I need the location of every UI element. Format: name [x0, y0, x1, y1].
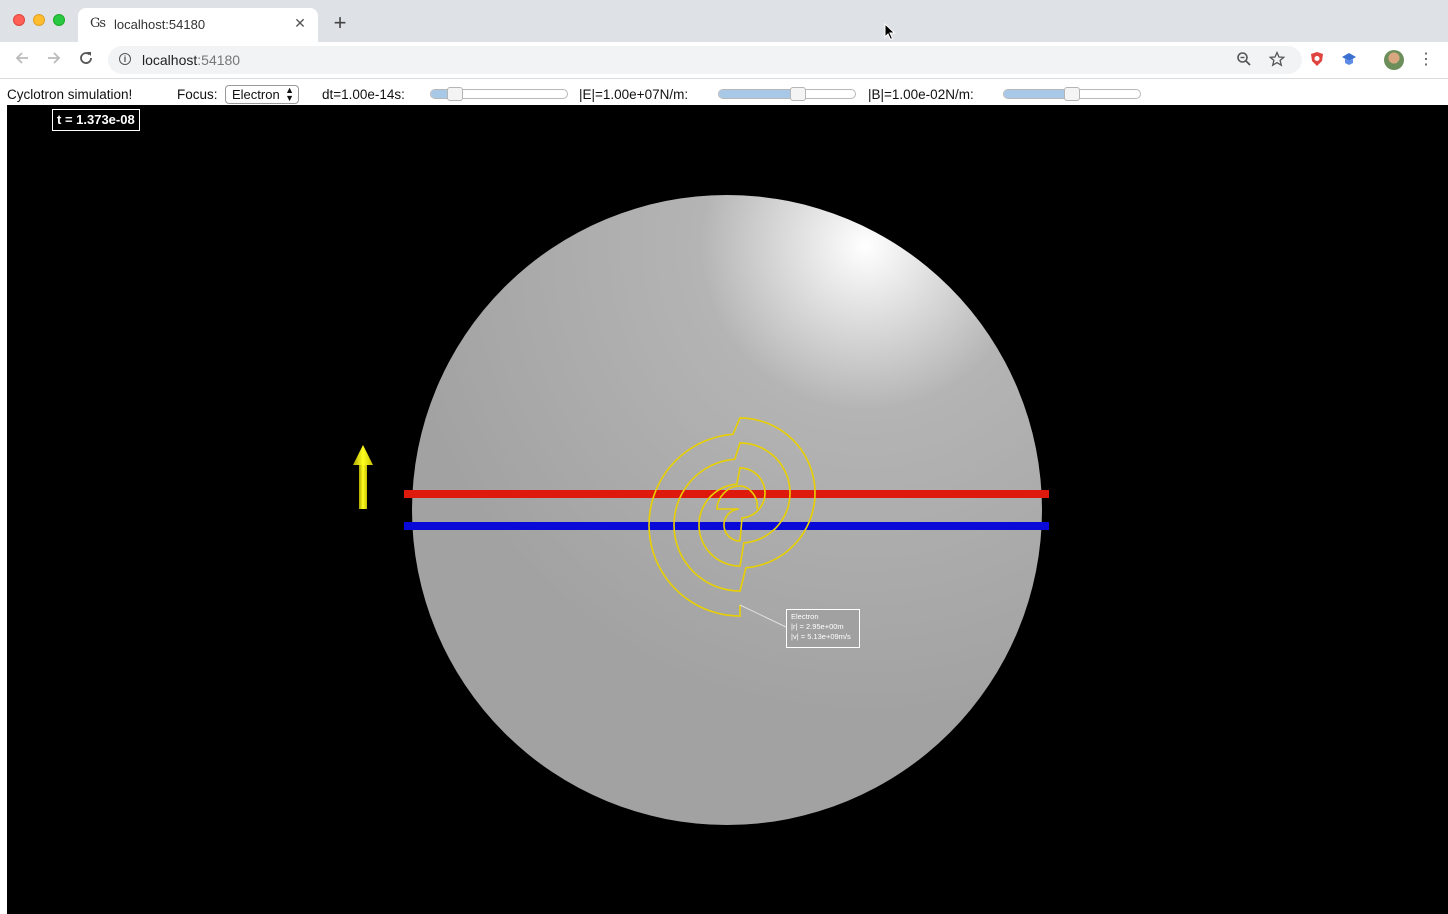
minimize-window-button[interactable] [33, 14, 45, 26]
app-title: Cyclotron simulation! [7, 87, 133, 102]
site-favicon-icon: Gs [90, 16, 106, 31]
tab-title: localhost:54180 [114, 17, 206, 32]
focus-label: Focus: [177, 87, 218, 102]
browser-toolbar: i localhost:54180 ⋮ [0, 42, 1448, 79]
url-text[interactable]: localhost:54180 [142, 52, 240, 68]
zoom-icon[interactable] [1235, 51, 1253, 69]
dt-slider[interactable] [430, 87, 568, 101]
close-window-button[interactable] [13, 14, 25, 26]
negative-plate [404, 522, 1049, 530]
electric-field-arrow-icon [353, 445, 373, 509]
particle-name: Electron [791, 612, 819, 621]
graduation-cap-extension-icon[interactable] [1340, 51, 1358, 69]
reload-icon[interactable] [76, 50, 96, 70]
browser-tab[interactable]: Gs localhost:54180 ✕ [78, 8, 318, 42]
e-field-slider[interactable] [718, 87, 856, 101]
maximize-window-button[interactable] [53, 14, 65, 26]
info-icon[interactable]: i [119, 53, 131, 65]
shield-extension-icon[interactable] [1308, 51, 1326, 69]
select-arrows-icon: ▲ ▼ [285, 85, 294, 103]
dt-label: dt=1.00e-14s: [322, 87, 405, 102]
velocity-readout: |v| = 5.13e+09m/s [791, 632, 851, 641]
more-menu-icon[interactable]: ⋮ [1418, 50, 1434, 70]
b-field-slider-fill [1004, 90, 1072, 98]
mouse-cursor-icon [884, 23, 896, 41]
e-field-label: |E|=1.00e+07N/m: [579, 87, 689, 102]
e-field-slider-thumb[interactable] [789, 87, 806, 101]
focus-selected-value: Electron [232, 87, 280, 102]
profile-avatar[interactable] [1384, 50, 1404, 70]
time-readout: t = 1.373e-08 [52, 109, 140, 131]
simulation-controls: Cyclotron simulation! Focus: Electron ▲ ▼… [0, 84, 1448, 106]
back-arrow-icon[interactable] [12, 50, 32, 70]
b-field-slider[interactable] [1003, 87, 1141, 101]
forward-arrow-icon[interactable] [44, 50, 64, 70]
focus-select[interactable]: Electron ▲ ▼ [225, 85, 299, 104]
plus-icon[interactable]: + [330, 12, 350, 34]
dt-slider-thumb[interactable] [447, 87, 464, 101]
b-field-slider-thumb[interactable] [1064, 87, 1080, 101]
browser-titlebar: Gs localhost:54180 ✕ + [0, 0, 1448, 42]
position-readout: |r| = 2.95e+00m [791, 622, 844, 631]
cyclotron-disc [412, 195, 1042, 825]
e-field-slider-fill [719, 90, 798, 98]
simulation-scene [353, 195, 1049, 825]
b-field-label: |B|=1.00e-02N/m: [868, 87, 974, 102]
address-bar[interactable]: i localhost:54180 [108, 46, 1302, 74]
particle-info-label: Electron |r| = 2.95e+00m |v| = 5.13e+09m… [786, 609, 860, 648]
star-icon[interactable] [1268, 50, 1286, 69]
simulation-canvas[interactable]: t = 1.373e-08 Electron |r| = 2.95e+00m |… [7, 105, 1448, 914]
close-icon[interactable]: ✕ [292, 15, 308, 31]
